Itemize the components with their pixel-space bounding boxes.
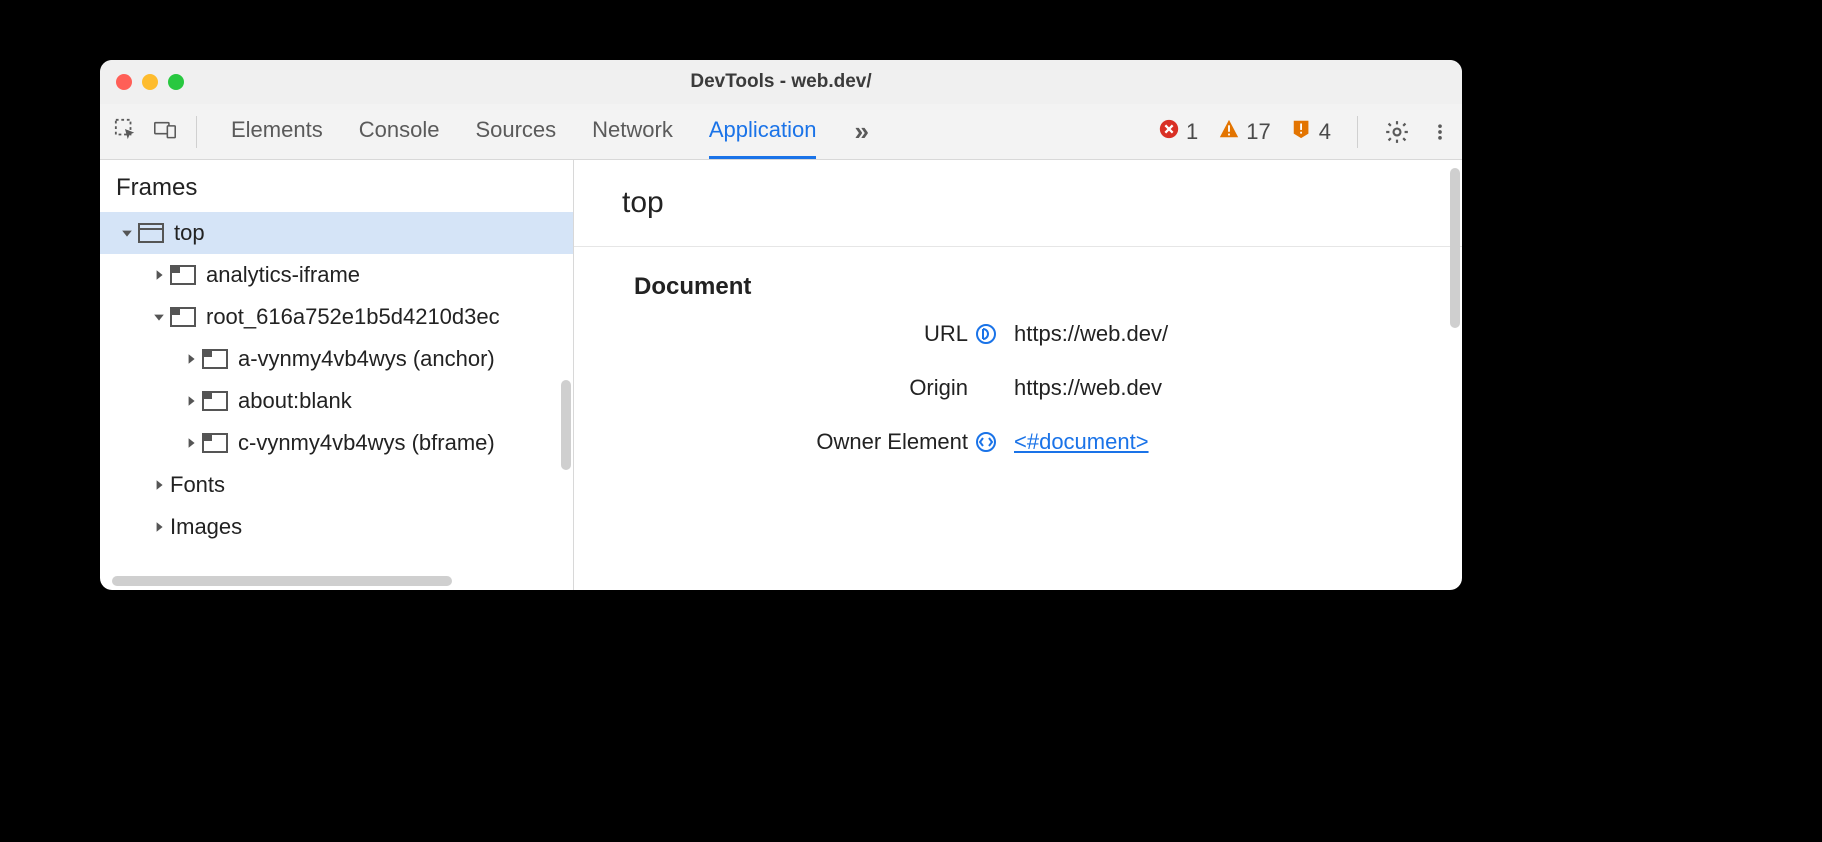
detail-section-title: Document — [574, 247, 1462, 321]
error-count: 1 — [1186, 119, 1198, 145]
iframe-icon — [170, 265, 196, 285]
tree-item-label: c-vynmy4vb4wys (bframe) — [238, 430, 495, 456]
label-url: URL — [614, 321, 974, 347]
chevron-right-icon[interactable] — [184, 437, 198, 449]
error-counter[interactable]: 1 — [1158, 118, 1198, 146]
titlebar: DevTools - web.dev/ — [100, 60, 1462, 104]
panel-tabs: Elements Console Sources Network Applica… — [231, 104, 816, 159]
warning-count: 17 — [1246, 119, 1270, 145]
tree-item-label: root_616a752e1b5d4210d3ec — [206, 304, 500, 330]
tab-console[interactable]: Console — [359, 104, 440, 159]
error-icon — [1158, 118, 1180, 146]
tree-item-fonts[interactable]: Fonts — [100, 464, 573, 506]
settings-icon[interactable] — [1384, 119, 1410, 145]
tree-item-label: about:blank — [238, 388, 352, 414]
detail-heading: top — [574, 160, 1462, 247]
frame-detail-panel: top Document URL https://web.dev/ Origin… — [574, 160, 1462, 590]
frame-icon — [138, 223, 164, 243]
tree-item[interactable]: about:blank — [100, 380, 573, 422]
tab-sources[interactable]: Sources — [475, 104, 556, 159]
chevron-down-icon[interactable] — [120, 227, 134, 239]
tree-item-images[interactable]: Images — [100, 506, 573, 548]
toolbar-separator — [196, 116, 197, 148]
panel-body: Frames top analytics-iframe root_616a752… — [100, 160, 1462, 590]
reveal-in-elements-icon[interactable] — [974, 430, 1014, 454]
issues-counter[interactable]: 4 — [1291, 118, 1331, 146]
minimize-window-button[interactable] — [142, 74, 158, 90]
toolbar-left — [112, 118, 182, 145]
window-controls — [116, 74, 184, 90]
main-toolbar: Elements Console Sources Network Applica… — [100, 104, 1462, 160]
tree-item[interactable]: analytics-iframe — [100, 254, 573, 296]
label-origin: Origin — [614, 375, 974, 401]
tab-elements[interactable]: Elements — [231, 104, 323, 159]
chevron-right-icon[interactable] — [184, 353, 198, 365]
tree-item[interactable]: c-vynmy4vb4wys (bframe) — [100, 422, 573, 464]
tree-item-top[interactable]: top — [100, 212, 573, 254]
issues-icon — [1291, 118, 1313, 146]
tree-item-label: analytics-iframe — [206, 262, 360, 288]
inspect-element-icon[interactable] — [114, 118, 136, 145]
sidebar-vertical-scrollbar[interactable] — [561, 380, 571, 470]
issues-count: 4 — [1319, 119, 1331, 145]
tree-item[interactable]: a-vynmy4vb4wys (anchor) — [100, 338, 573, 380]
frames-tree: top analytics-iframe root_616a752e1b5d42… — [100, 212, 573, 590]
devtools-window: DevTools - web.dev/ Elements Console Sou… — [100, 60, 1462, 590]
value-url[interactable]: https://web.dev/ — [1014, 321, 1422, 347]
detail-properties: URL https://web.dev/ Origin https://web.… — [574, 321, 1462, 485]
warning-counter[interactable]: 17 — [1218, 118, 1270, 146]
tree-item-label: a-vynmy4vb4wys (anchor) — [238, 346, 495, 372]
device-toolbar-icon[interactable] — [154, 118, 176, 145]
iframe-icon — [202, 433, 228, 453]
label-owner-element: Owner Element — [614, 429, 974, 455]
tree-item-label: Images — [170, 514, 242, 540]
value-origin: https://web.dev — [1014, 375, 1422, 401]
value-owner-element[interactable]: <#document> — [1014, 429, 1422, 455]
zoom-window-button[interactable] — [168, 74, 184, 90]
chevron-right-icon[interactable] — [184, 395, 198, 407]
chevron-right-icon[interactable] — [152, 521, 166, 533]
iframe-icon — [202, 391, 228, 411]
iframe-icon — [202, 349, 228, 369]
chevron-right-icon[interactable] — [152, 269, 166, 281]
sidebar-section-title: Frames — [100, 160, 573, 212]
close-window-button[interactable] — [116, 74, 132, 90]
tree-item-label: top — [174, 220, 205, 246]
reveal-in-sources-icon[interactable] — [974, 322, 1014, 346]
sidebar-horizontal-scrollbar[interactable] — [112, 576, 452, 586]
toolbar-right: 1 17 4 — [1158, 116, 1450, 148]
tab-network[interactable]: Network — [592, 104, 673, 159]
chevron-right-icon[interactable] — [152, 479, 166, 491]
owner-element-link[interactable]: <#document> — [1014, 429, 1149, 455]
iframe-icon — [170, 307, 196, 327]
toolbar-separator — [1357, 116, 1358, 148]
tree-item-label: Fonts — [170, 472, 225, 498]
frames-sidebar: Frames top analytics-iframe root_616a752… — [100, 160, 574, 590]
tree-item[interactable]: root_616a752e1b5d4210d3ec — [100, 296, 573, 338]
tab-application[interactable]: Application — [709, 104, 817, 159]
detail-vertical-scrollbar[interactable] — [1450, 168, 1460, 328]
window-title: DevTools - web.dev/ — [100, 71, 1462, 93]
warning-icon — [1218, 118, 1240, 146]
chevron-down-icon[interactable] — [152, 311, 166, 323]
more-tabs-button[interactable]: » — [854, 116, 868, 147]
more-options-icon[interactable] — [1430, 119, 1450, 145]
